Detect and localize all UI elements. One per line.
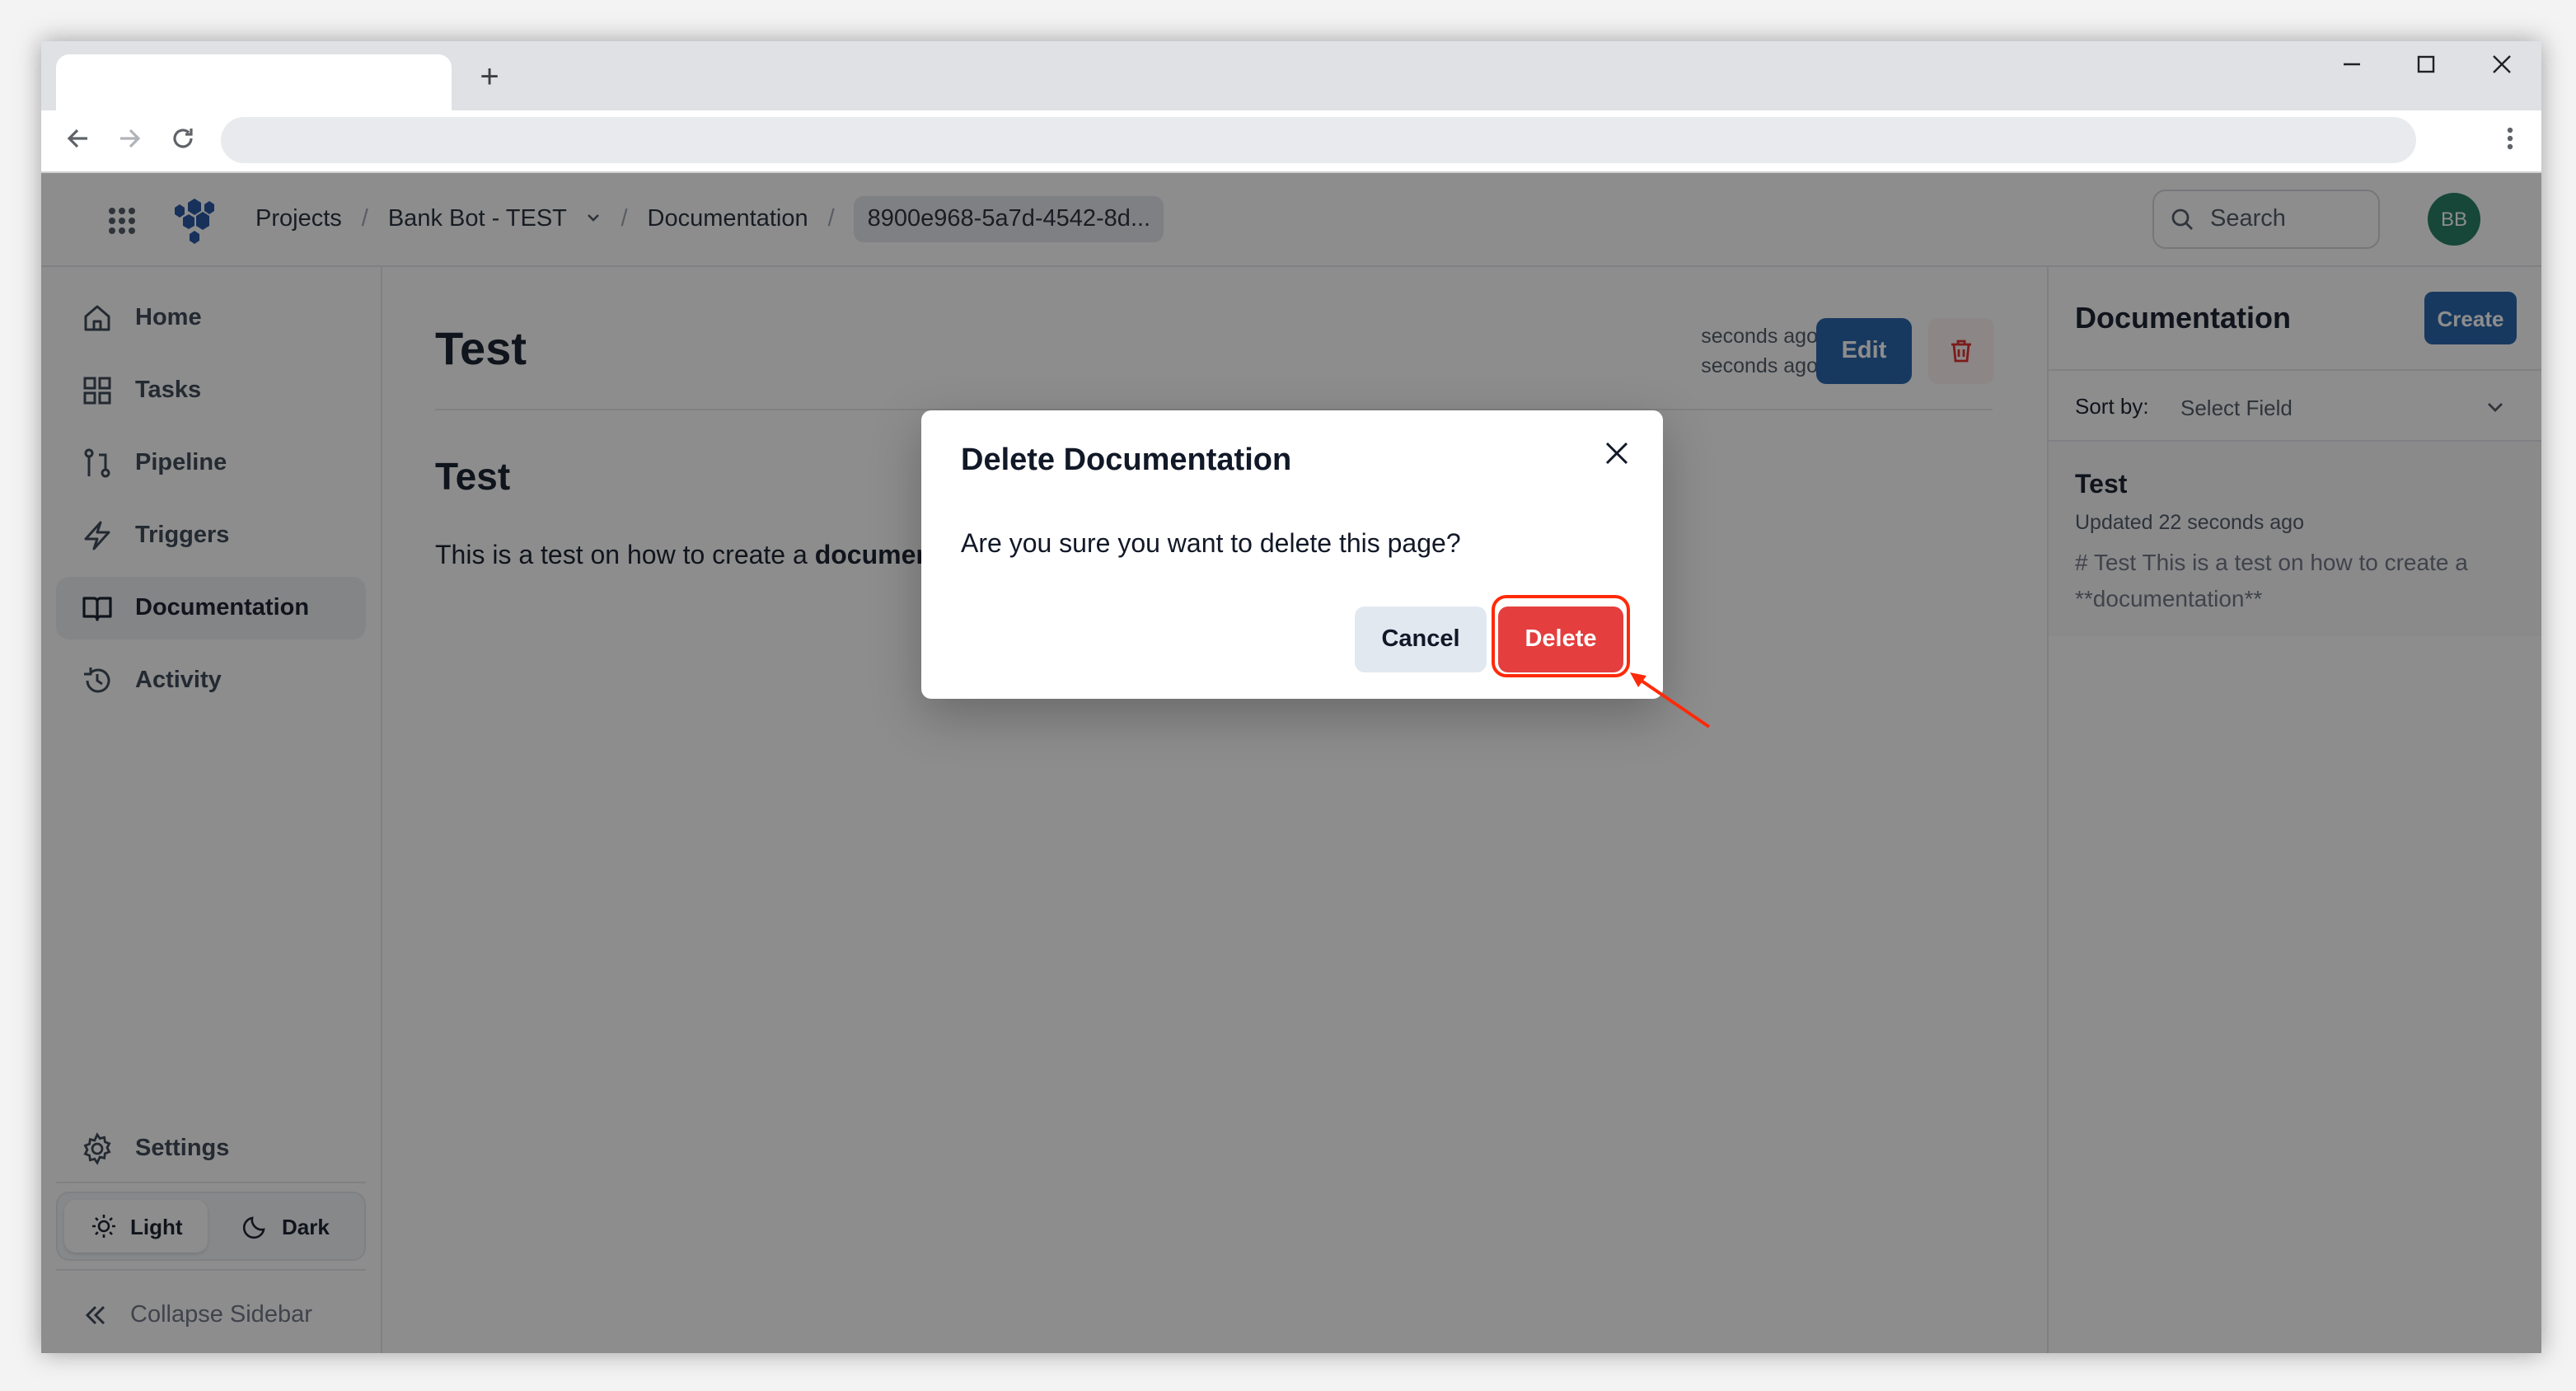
maximize-button[interactable] (2401, 51, 2451, 84)
maximize-icon (2417, 55, 2435, 73)
dialog-close-button[interactable] (1597, 433, 1637, 473)
new-tab-button[interactable]: + (473, 61, 506, 94)
arrow-left-icon (67, 129, 87, 148)
reload-icon (173, 129, 193, 148)
browser-toolbar (41, 110, 2541, 173)
browser-window: + Projects / Bank Bot - TEST / Documenta… (41, 41, 2541, 1353)
screen: + Projects / Bank Bot - TEST / Documenta… (0, 0, 2576, 1391)
address-bar[interactable] (221, 117, 2416, 163)
more-vertical-icon (2507, 127, 2513, 150)
modal-backdrop[interactable]: Delete Documentation Are you sure you wa… (41, 173, 2541, 1353)
back-button[interactable] (61, 125, 94, 158)
browser-menu-button[interactable] (2502, 125, 2518, 158)
cancel-button[interactable]: Cancel (1355, 607, 1487, 672)
minimize-icon (2344, 63, 2360, 66)
forward-button[interactable] (114, 125, 147, 158)
minimize-button[interactable] (2327, 51, 2377, 84)
delete-confirm-dialog: Delete Documentation Are you sure you wa… (921, 410, 1663, 699)
close-icon (2493, 55, 2511, 73)
dialog-title: Delete Documentation (961, 443, 1292, 478)
reload-button[interactable] (166, 125, 199, 158)
arrow-right-icon (120, 129, 141, 148)
confirm-delete-button[interactable]: Delete (1498, 607, 1623, 672)
tab-strip: + (41, 41, 2541, 110)
dialog-message: Are you sure you want to delete this pag… (961, 531, 1461, 559)
close-icon (1605, 442, 1628, 465)
close-window-button[interactable] (2477, 51, 2527, 84)
browser-tab[interactable] (56, 54, 452, 110)
